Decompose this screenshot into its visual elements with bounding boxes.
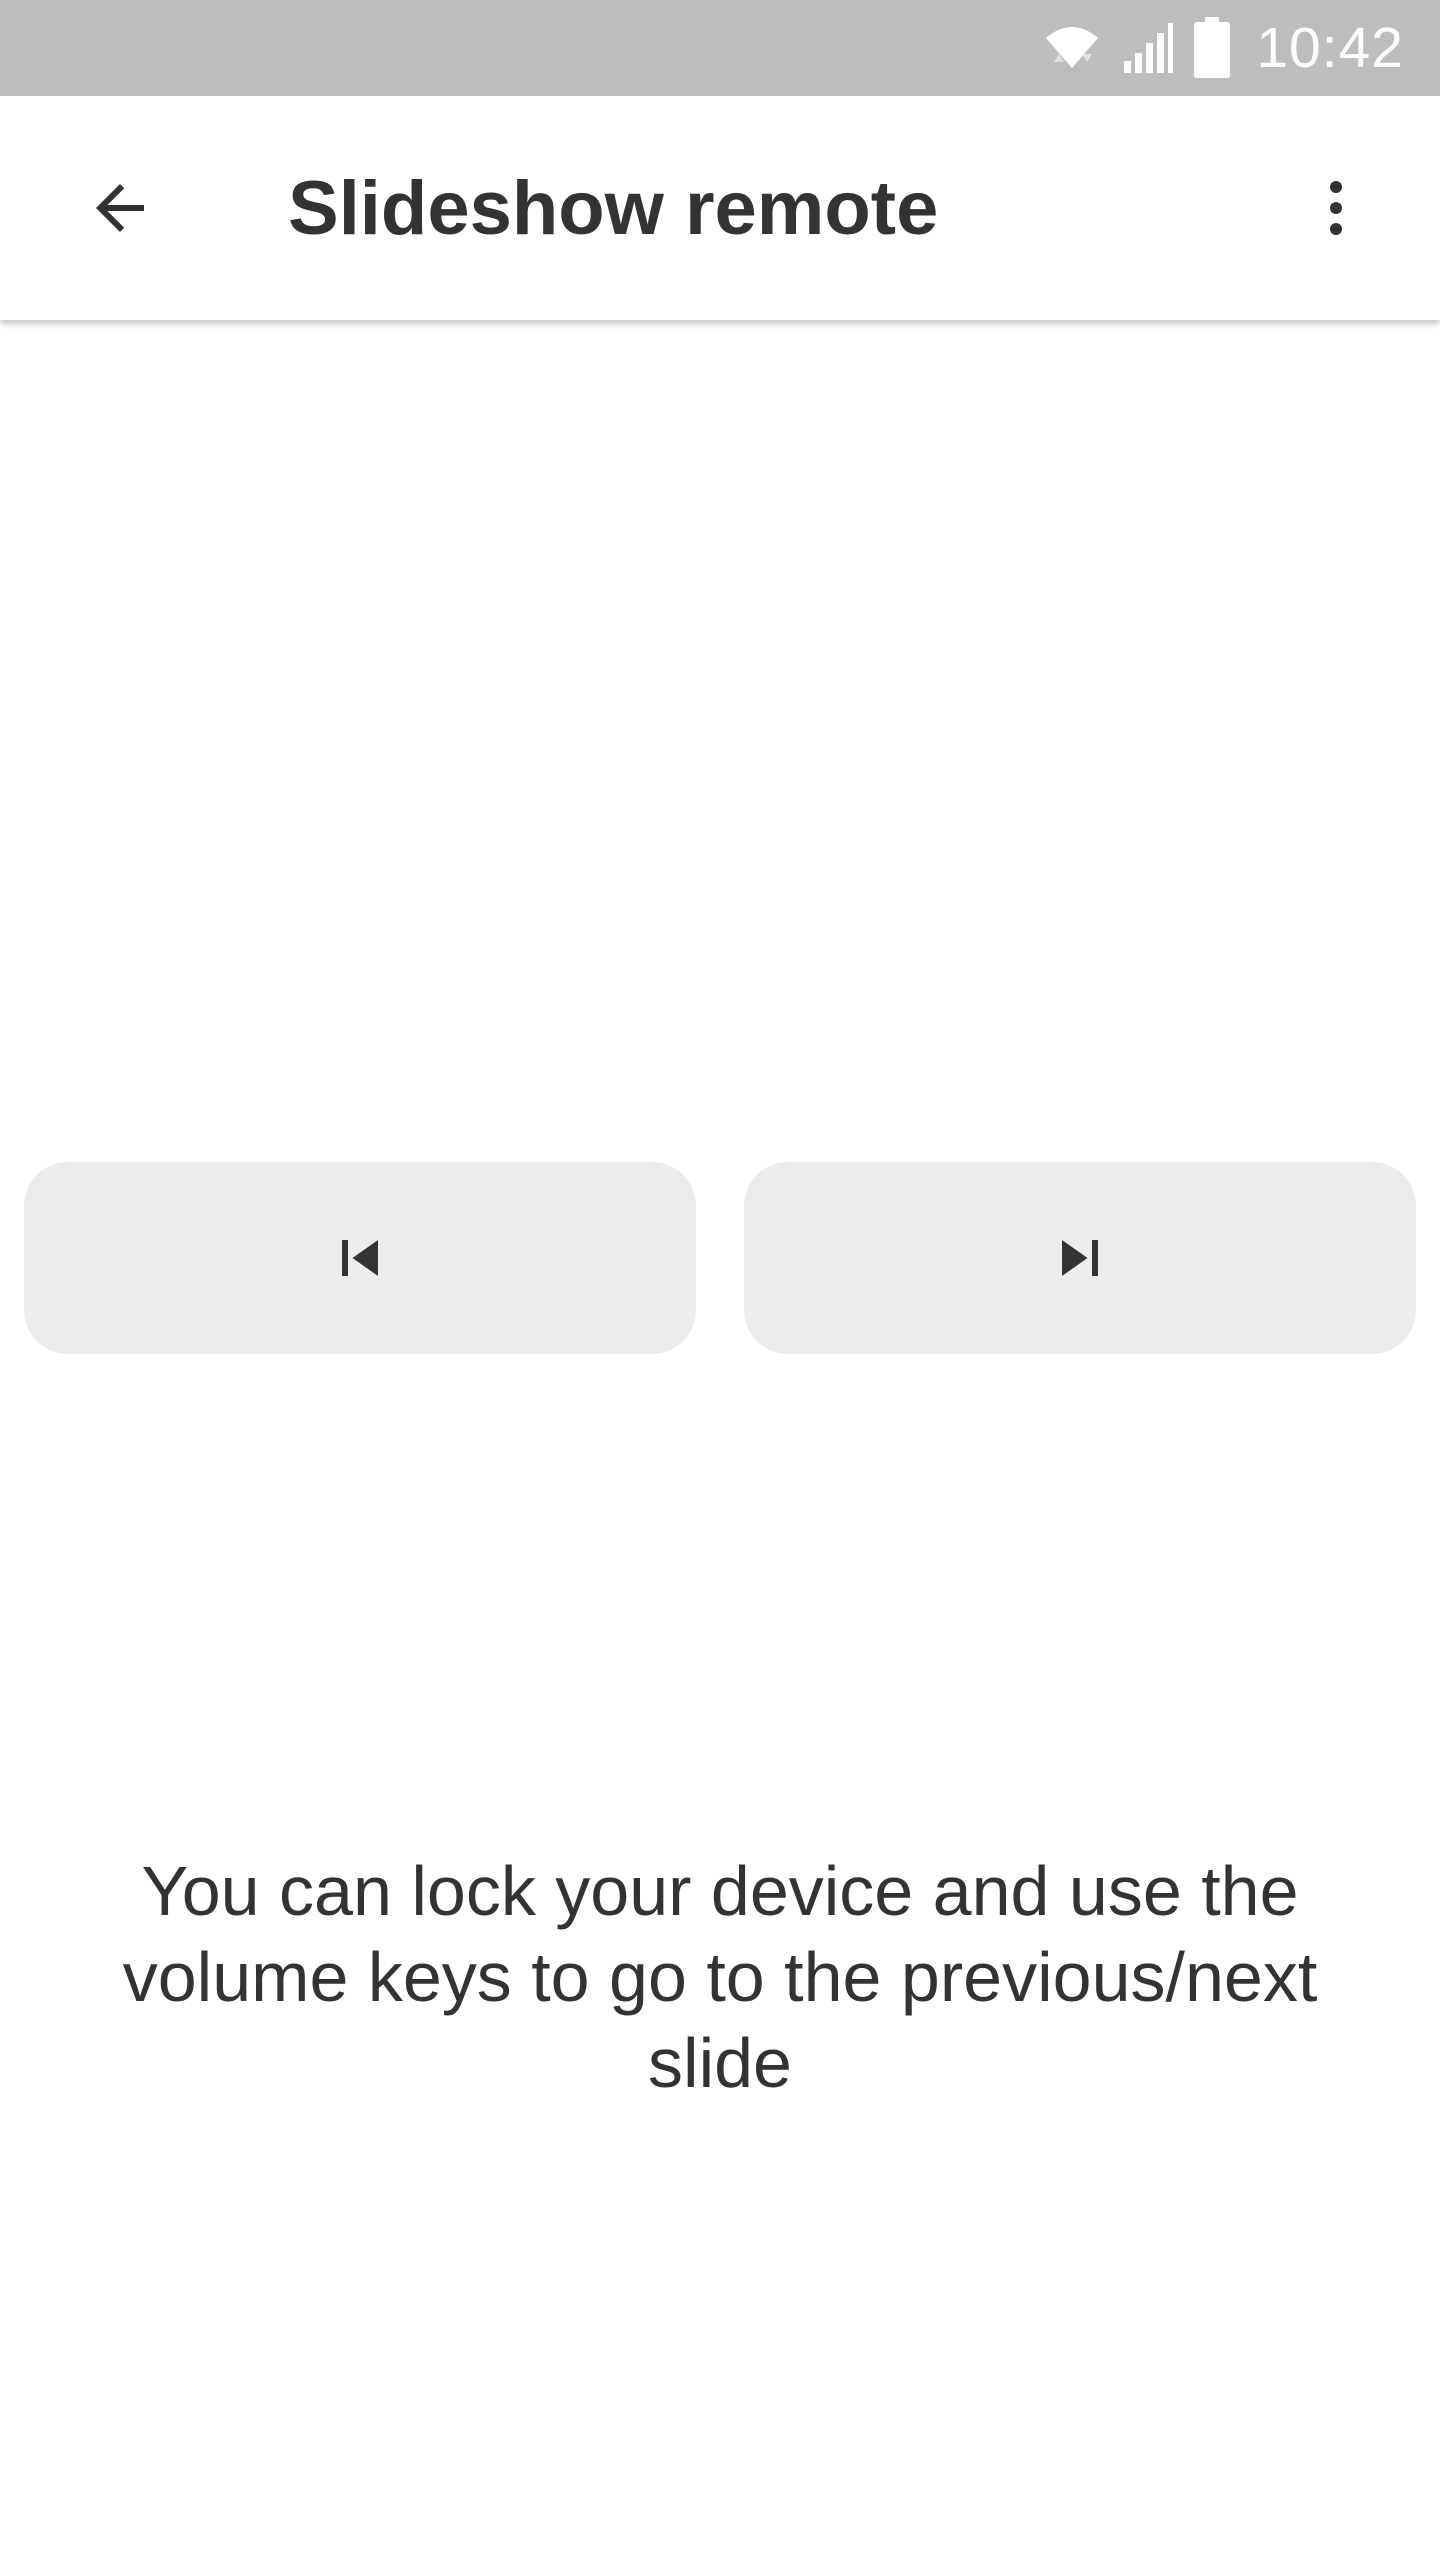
more-vert-icon <box>1330 181 1342 235</box>
wifi-icon <box>1042 18 1102 78</box>
more-options-button[interactable] <box>1272 144 1400 272</box>
page-title: Slideshow remote <box>288 165 939 251</box>
status-bar: 10:42 <box>0 0 1440 96</box>
status-time: 10:42 <box>1256 16 1404 80</box>
skip-previous-icon <box>342 1240 378 1276</box>
app-bar: Slideshow remote <box>0 96 1440 320</box>
next-slide-button[interactable] <box>744 1162 1416 1354</box>
back-button[interactable] <box>56 144 184 272</box>
cellular-signal-icon <box>1120 21 1174 75</box>
arrow-back-icon <box>96 184 144 232</box>
skip-next-icon <box>1062 1240 1098 1276</box>
previous-slide-button[interactable] <box>24 1162 696 1354</box>
remote-content: You can lock your device and use the vol… <box>0 320 1440 2560</box>
status-icons: 10:42 <box>1042 0 1404 96</box>
battery-icon <box>1192 17 1232 79</box>
slide-navigation <box>24 1162 1416 1354</box>
volume-keys-hint: You can lock your device and use the vol… <box>122 1852 1318 2102</box>
